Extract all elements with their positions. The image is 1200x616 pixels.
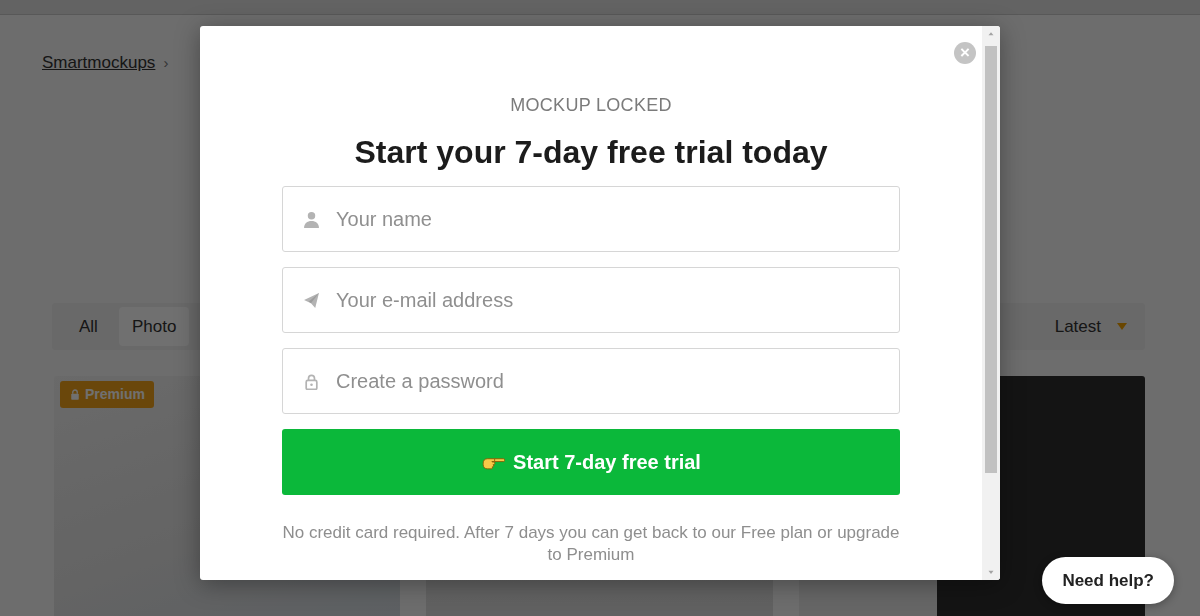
modal-scrollbar[interactable]	[982, 26, 1000, 580]
password-input[interactable]	[334, 365, 881, 397]
signup-form: Start 7-day free trial	[282, 186, 900, 495]
trial-modal: × MOCKUP LOCKED Start your 7-day free tria…	[200, 26, 1000, 580]
user-icon	[303, 211, 320, 228]
form-field[interactable]	[282, 267, 900, 333]
modal-body: × MOCKUP LOCKED Start your 7-day free tria…	[200, 26, 982, 580]
trial-note: No credit card required. After 7 days yo…	[281, 522, 901, 566]
scroll-up-button[interactable]	[982, 26, 1000, 42]
scroll-thumb[interactable]	[985, 46, 997, 473]
name-input[interactable]	[334, 203, 881, 235]
paper-plane-icon	[303, 292, 320, 309]
form-field[interactable]	[282, 348, 900, 414]
arrow-up-icon	[986, 29, 996, 39]
start-trial-label: Start 7-day free trial	[513, 447, 701, 477]
start-trial-button[interactable]: Start 7-day free trial	[282, 429, 900, 495]
email-input[interactable]	[334, 284, 881, 316]
scroll-track	[982, 42, 1000, 564]
help-button[interactable]: Need help?	[1042, 557, 1174, 604]
close-button[interactable]: ×	[954, 42, 976, 64]
form-field[interactable]	[282, 186, 900, 252]
modal-eyebrow: MOCKUP LOCKED	[510, 94, 672, 116]
arrow-down-icon	[986, 567, 996, 577]
scroll-down-button[interactable]	[982, 564, 1000, 580]
modal-title: Start your 7-day free trial today	[354, 132, 827, 172]
lock-icon	[303, 373, 320, 390]
pointing-hand-icon	[481, 452, 505, 472]
